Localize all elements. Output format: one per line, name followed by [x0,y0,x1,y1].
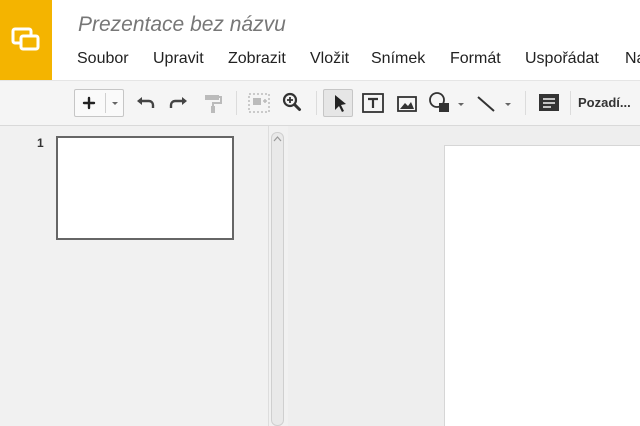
slide-canvas[interactable] [444,145,640,426]
scroll-up-arrow-icon[interactable] [273,135,282,143]
zoom-button[interactable] [280,89,304,117]
toolbar-separator [236,91,237,115]
paint-format-button[interactable] [199,89,225,117]
fit-button[interactable] [244,89,274,117]
new-slide-button[interactable] [74,89,124,117]
undo-button[interactable] [133,89,159,117]
image-button[interactable] [393,89,421,117]
comment-button[interactable] [535,89,563,117]
line-icon [477,96,511,112]
zoom-icon [282,92,301,111]
menu-tools[interactable]: Na [625,48,640,70]
menu-view[interactable]: Zobrazit [228,48,286,70]
redo-button[interactable] [165,89,191,117]
text-box-icon [362,93,384,113]
menu-edit[interactable]: Upravit [153,48,204,70]
toolbar-separator [570,91,571,115]
toolbar: Pozadí... [0,80,640,126]
redo-icon [169,97,187,108]
menu-file[interactable]: Soubor [77,48,129,70]
select-button[interactable] [323,89,353,117]
dropdown-arrow-icon[interactable] [106,90,124,116]
fit-icon [248,93,270,113]
slide-thumbnail[interactable] [56,136,234,240]
document-title[interactable]: Prezentace bez názvu [78,13,286,37]
undo-icon [137,97,155,108]
toolbar-separator [525,91,526,115]
menu-arrange[interactable]: Uspořádat [525,48,599,70]
toolbar-separator [316,91,317,115]
slides-logo[interactable] [0,0,52,80]
shape-icon [429,92,464,112]
paint-format-icon [205,95,222,113]
line-button[interactable] [472,89,516,117]
background-button[interactable]: Pozadí... [578,89,631,117]
add-icon [82,96,96,110]
menu-format[interactable]: Formát [450,48,501,70]
select-cursor-icon [335,95,346,112]
shape-button[interactable] [425,89,469,117]
image-icon [397,96,417,112]
filmstrip-scrollbar-thumb[interactable] [271,132,284,426]
slide-number: 1 [37,136,44,150]
comment-icon [539,94,559,111]
slides-logo-icon [11,27,40,51]
text-box-button[interactable] [359,89,387,117]
menu-slide[interactable]: Snímek [371,48,425,70]
menu-insert[interactable]: Vložit [310,48,349,70]
app-header: Prezentace bez názvu Soubor Upravit Zobr… [0,0,640,80]
